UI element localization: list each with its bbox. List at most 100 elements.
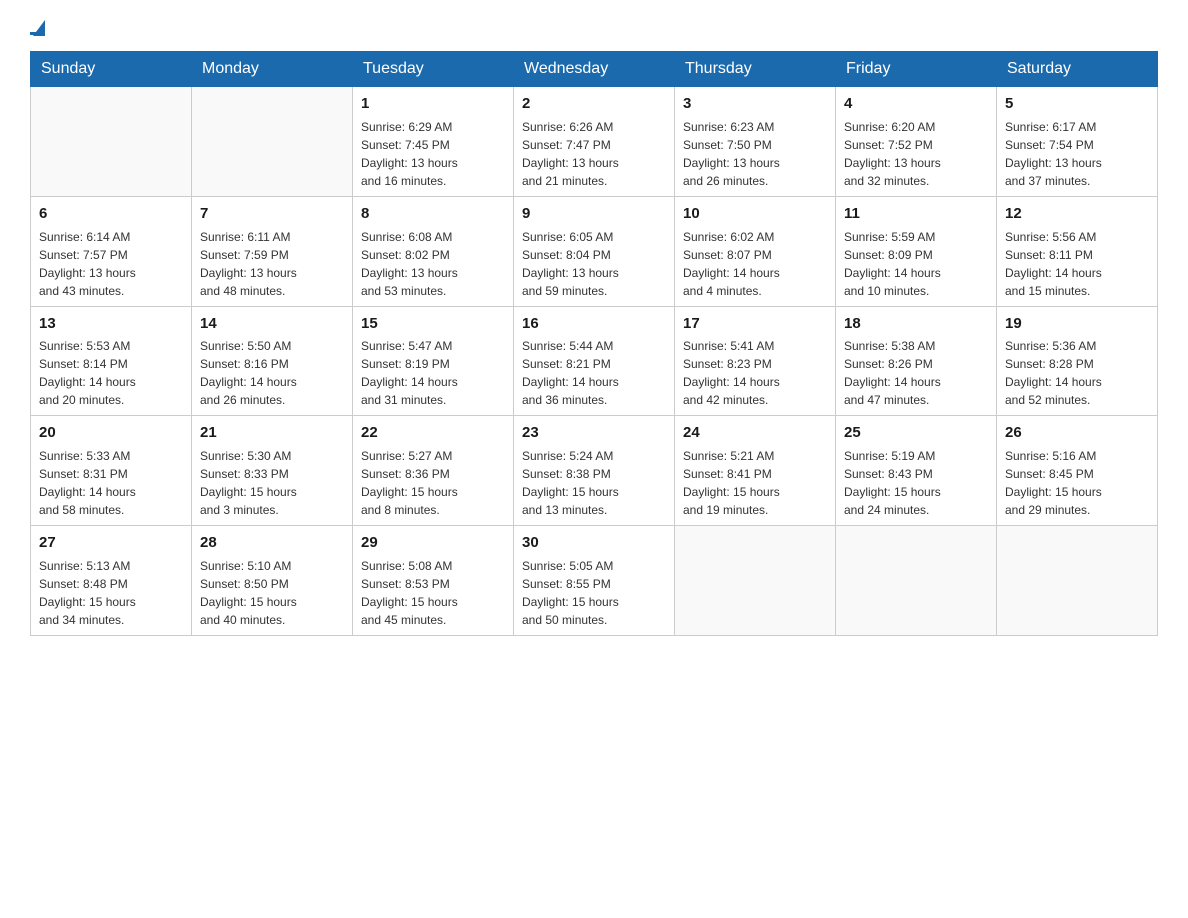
day-info: Sunrise: 5:56 AM Sunset: 8:11 PM Dayligh… [1005, 228, 1149, 300]
day-info: Sunrise: 5:53 AM Sunset: 8:14 PM Dayligh… [39, 337, 183, 409]
day-number: 22 [361, 422, 505, 444]
calendar-week-row: 1 Sunrise: 6:29 AM Sunset: 7:45 PM Daylig… [31, 87, 1158, 197]
calendar-cell: 14Sunrise: 5:50 AM Sunset: 8:16 PM Dayli… [192, 306, 353, 416]
day-info: Sunrise: 6:14 AM Sunset: 7:57 PM Dayligh… [39, 228, 183, 300]
calendar-cell [836, 526, 997, 636]
day-info: Sunrise: 6:23 AM Sunset: 7:50 PM Dayligh… [683, 118, 827, 190]
day-number: 21 [200, 422, 344, 444]
day-number: 27 [39, 532, 183, 554]
calendar-cell: 13Sunrise: 5:53 AM Sunset: 8:14 PM Dayli… [31, 306, 192, 416]
calendar-cell: 17Sunrise: 5:41 AM Sunset: 8:23 PM Dayli… [675, 306, 836, 416]
day-info: Sunrise: 5:44 AM Sunset: 8:21 PM Dayligh… [522, 337, 666, 409]
calendar-cell [997, 526, 1158, 636]
day-info: Sunrise: 5:41 AM Sunset: 8:23 PM Dayligh… [683, 337, 827, 409]
day-info: Sunrise: 6:26 AM Sunset: 7:47 PM Dayligh… [522, 118, 666, 190]
calendar-cell: 29 Sunrise: 5:08 AM Sunset: 8:53 PM Dayli… [353, 526, 514, 636]
day-info: Sunrise: 5:38 AM Sunset: 8:26 PM Dayligh… [844, 337, 988, 409]
calendar-cell: 3Sunrise: 6:23 AM Sunset: 7:50 PM Daylig… [675, 87, 836, 197]
calendar-cell: 26 Sunrise: 5:16 AM Sunset: 8:45 PM Dayli… [997, 416, 1158, 526]
calendar-table: SundayMondayTuesdayWednesdayThursdayFrid… [30, 51, 1158, 636]
day-number: 11 [844, 203, 988, 225]
calendar-cell: 21 Sunrise: 5:30 AM Sunset: 8:33 PM Dayli… [192, 416, 353, 526]
calendar-week-row: 13Sunrise: 5:53 AM Sunset: 8:14 PM Dayli… [31, 306, 1158, 416]
calendar-day-header: Monday [192, 52, 353, 87]
day-info: Sunrise: 6:17 AM Sunset: 7:54 PM Dayligh… [1005, 118, 1149, 190]
day-number: 20 [39, 422, 183, 444]
day-info: Sunrise: 5:27 AM Sunset: 8:36 PM Dayligh… [361, 447, 505, 519]
day-number: 2 [522, 93, 666, 115]
calendar-cell [31, 87, 192, 197]
day-number: 12 [1005, 203, 1149, 225]
calendar-cell: 11 Sunrise: 5:59 AM Sunset: 8:09 PM Dayli… [836, 196, 997, 306]
calendar-cell: 22 Sunrise: 5:27 AM Sunset: 8:36 PM Dayli… [353, 416, 514, 526]
calendar-cell: 5 Sunrise: 6:17 AM Sunset: 7:54 PM Daylig… [997, 87, 1158, 197]
calendar-cell: 28 Sunrise: 5:10 AM Sunset: 8:50 PM Dayli… [192, 526, 353, 636]
calendar-cell: 12 Sunrise: 5:56 AM Sunset: 8:11 PM Dayli… [997, 196, 1158, 306]
calendar-week-row: 20Sunrise: 5:33 AM Sunset: 8:31 PM Dayli… [31, 416, 1158, 526]
day-number: 10 [683, 203, 827, 225]
calendar-day-header: Thursday [675, 52, 836, 87]
day-number: 1 [361, 93, 505, 115]
calendar-cell: 23 Sunrise: 5:24 AM Sunset: 8:38 PM Dayli… [514, 416, 675, 526]
day-number: 7 [200, 203, 344, 225]
day-number: 14 [200, 313, 344, 335]
day-number: 17 [683, 313, 827, 335]
calendar-cell: 27 Sunrise: 5:13 AM Sunset: 8:48 PM Dayli… [31, 526, 192, 636]
day-number: 9 [522, 203, 666, 225]
calendar-cell: 18Sunrise: 5:38 AM Sunset: 8:26 PM Dayli… [836, 306, 997, 416]
day-info: Sunrise: 5:36 AM Sunset: 8:28 PM Dayligh… [1005, 337, 1149, 409]
calendar-cell: 4 Sunrise: 6:20 AM Sunset: 7:52 PM Daylig… [836, 87, 997, 197]
day-info: Sunrise: 6:05 AM Sunset: 8:04 PM Dayligh… [522, 228, 666, 300]
day-info: Sunrise: 5:30 AM Sunset: 8:33 PM Dayligh… [200, 447, 344, 519]
calendar-cell: 19Sunrise: 5:36 AM Sunset: 8:28 PM Dayli… [997, 306, 1158, 416]
calendar-cell: 20Sunrise: 5:33 AM Sunset: 8:31 PM Dayli… [31, 416, 192, 526]
day-info: Sunrise: 5:21 AM Sunset: 8:41 PM Dayligh… [683, 447, 827, 519]
day-info: Sunrise: 5:59 AM Sunset: 8:09 PM Dayligh… [844, 228, 988, 300]
day-info: Sunrise: 5:19 AM Sunset: 8:43 PM Dayligh… [844, 447, 988, 519]
calendar-day-header: Sunday [31, 52, 192, 87]
day-number: 28 [200, 532, 344, 554]
day-number: 5 [1005, 93, 1149, 115]
day-info: Sunrise: 6:08 AM Sunset: 8:02 PM Dayligh… [361, 228, 505, 300]
calendar-cell: 16Sunrise: 5:44 AM Sunset: 8:21 PM Dayli… [514, 306, 675, 416]
logo-underline [30, 32, 45, 35]
day-info: Sunrise: 5:16 AM Sunset: 8:45 PM Dayligh… [1005, 447, 1149, 519]
calendar-cell: 6Sunrise: 6:14 AM Sunset: 7:57 PM Daylig… [31, 196, 192, 306]
calendar-day-header: Friday [836, 52, 997, 87]
calendar-cell: 24 Sunrise: 5:21 AM Sunset: 8:41 PM Dayli… [675, 416, 836, 526]
calendar-cell: 2 Sunrise: 6:26 AM Sunset: 7:47 PM Daylig… [514, 87, 675, 197]
day-number: 23 [522, 422, 666, 444]
calendar-cell [192, 87, 353, 197]
day-info: Sunrise: 5:10 AM Sunset: 8:50 PM Dayligh… [200, 557, 344, 629]
day-info: Sunrise: 6:02 AM Sunset: 8:07 PM Dayligh… [683, 228, 827, 300]
day-info: Sunrise: 5:24 AM Sunset: 8:38 PM Dayligh… [522, 447, 666, 519]
logo [30, 20, 45, 35]
calendar-day-header: Wednesday [514, 52, 675, 87]
day-number: 15 [361, 313, 505, 335]
day-number: 13 [39, 313, 183, 335]
day-number: 19 [1005, 313, 1149, 335]
day-info: Sunrise: 6:29 AM Sunset: 7:45 PM Dayligh… [361, 118, 505, 190]
calendar-cell: 9 Sunrise: 6:05 AM Sunset: 8:04 PM Daylig… [514, 196, 675, 306]
day-number: 25 [844, 422, 988, 444]
day-info: Sunrise: 6:20 AM Sunset: 7:52 PM Dayligh… [844, 118, 988, 190]
calendar-cell: 10 Sunrise: 6:02 AM Sunset: 8:07 PM Dayli… [675, 196, 836, 306]
day-info: Sunrise: 5:13 AM Sunset: 8:48 PM Dayligh… [39, 557, 183, 629]
calendar-cell: 8 Sunrise: 6:08 AM Sunset: 8:02 PM Daylig… [353, 196, 514, 306]
day-number: 8 [361, 203, 505, 225]
day-number: 26 [1005, 422, 1149, 444]
page-header [30, 20, 1158, 35]
calendar-cell: 1 Sunrise: 6:29 AM Sunset: 7:45 PM Daylig… [353, 87, 514, 197]
calendar-header-row: SundayMondayTuesdayWednesdayThursdayFrid… [31, 52, 1158, 87]
day-info: Sunrise: 5:08 AM Sunset: 8:53 PM Dayligh… [361, 557, 505, 629]
day-number: 29 [361, 532, 505, 554]
calendar-cell: 15Sunrise: 5:47 AM Sunset: 8:19 PM Dayli… [353, 306, 514, 416]
day-number: 16 [522, 313, 666, 335]
day-number: 4 [844, 93, 988, 115]
calendar-week-row: 27 Sunrise: 5:13 AM Sunset: 8:48 PM Dayli… [31, 526, 1158, 636]
day-info: Sunrise: 5:05 AM Sunset: 8:55 PM Dayligh… [522, 557, 666, 629]
calendar-cell: 25 Sunrise: 5:19 AM Sunset: 8:43 PM Dayli… [836, 416, 997, 526]
calendar-cell: 7Sunrise: 6:11 AM Sunset: 7:59 PM Daylig… [192, 196, 353, 306]
day-number: 24 [683, 422, 827, 444]
calendar-day-header: Tuesday [353, 52, 514, 87]
